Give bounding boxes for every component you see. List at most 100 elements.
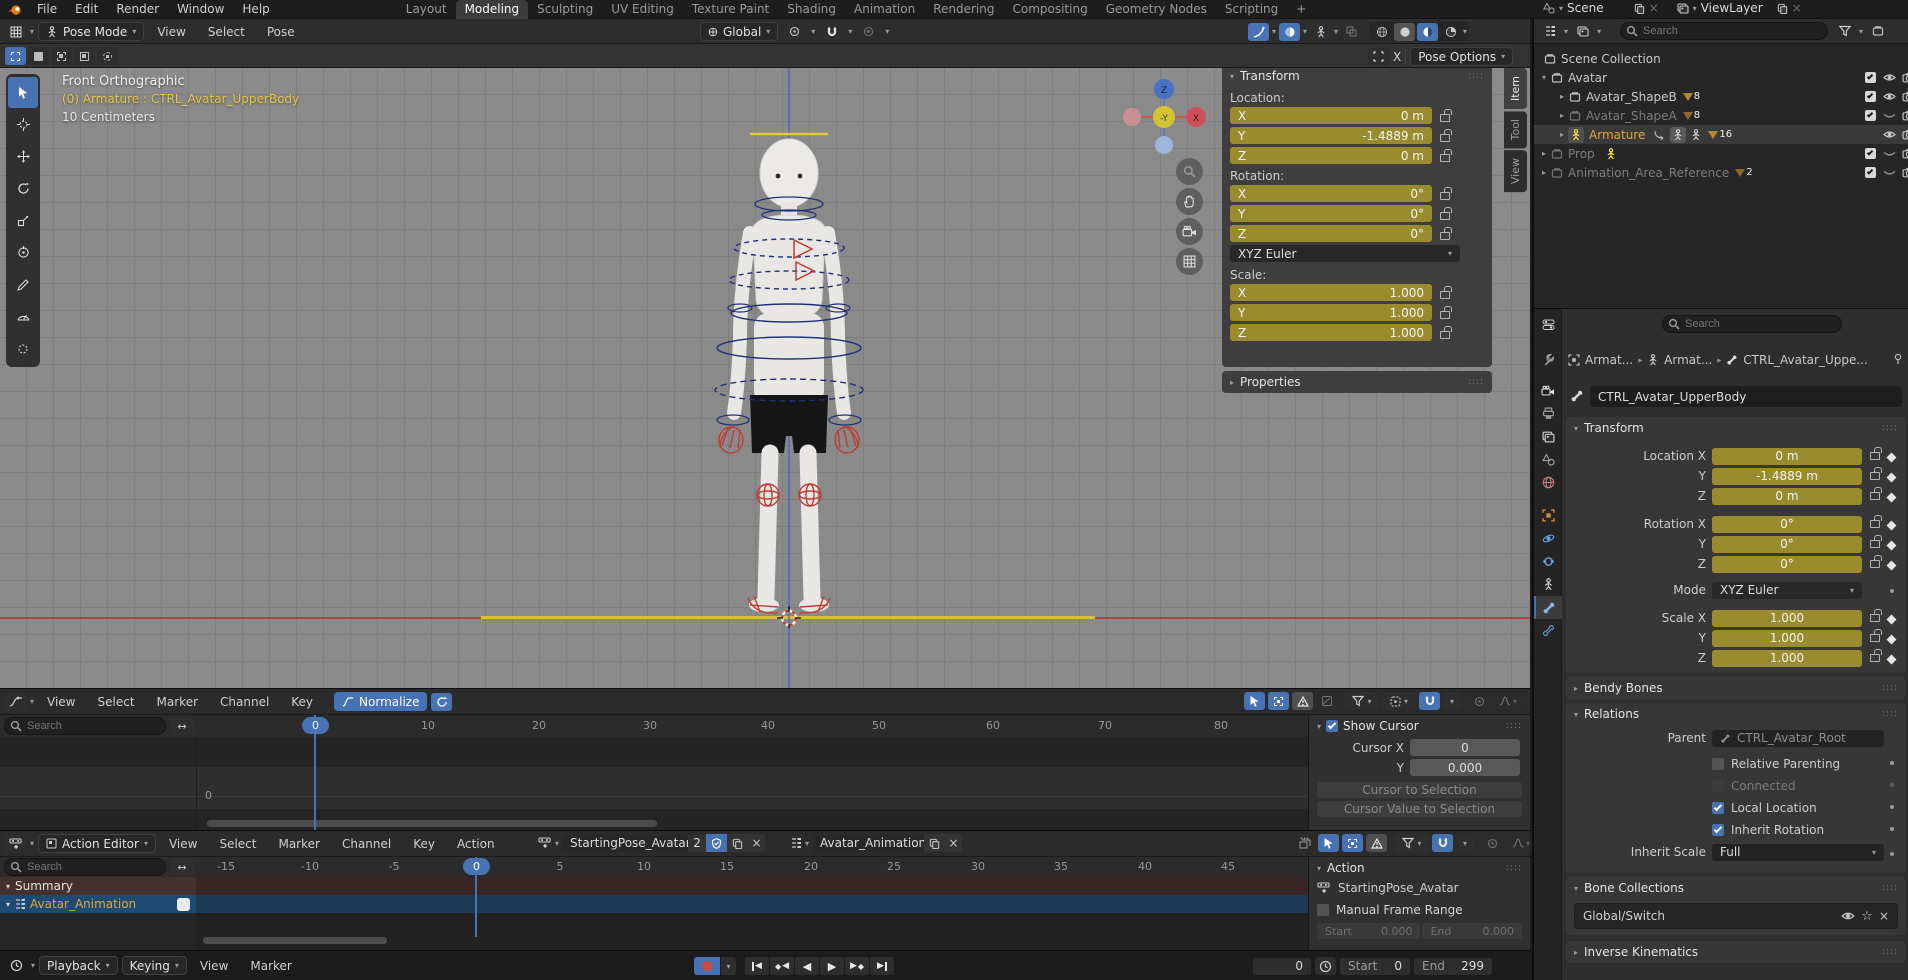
tab-geometry-nodes[interactable]: Geometry Nodes	[1097, 2, 1216, 16]
outliner-search-input[interactable]	[1620, 22, 1828, 40]
outliner-row-avatar[interactable]: ▾ Avatar	[1534, 68, 1908, 87]
action-end-field[interactable]: End0.000	[1422, 923, 1522, 939]
properties-editor-type-button[interactable]	[1534, 313, 1562, 336]
dope-channel-summary[interactable]: ▾Summary	[0, 877, 196, 895]
graph-search-expand-button[interactable]: ↔	[170, 717, 194, 735]
keyframe-diamond-icon[interactable]	[1887, 453, 1897, 463]
dope-mode-dropdown[interactable]: Action Editor▾	[38, 834, 156, 853]
graph-proportional-button[interactable]	[1469, 692, 1490, 710]
show-cursor-checkbox[interactable]	[1326, 720, 1338, 732]
tool-rotate-button[interactable]	[8, 173, 38, 204]
tab-bone-constraints[interactable]	[1534, 619, 1562, 642]
keyframe-diamond-icon[interactable]	[1887, 561, 1897, 571]
track-unlink-button[interactable]: ×	[945, 834, 962, 852]
bone-collections-collapse-icon[interactable]: ▾	[1574, 884, 1578, 893]
dope-show-errors-button[interactable]	[1366, 834, 1387, 852]
action-panel-collapse-icon[interactable]: ▾	[1317, 864, 1321, 873]
dope-menu-marker[interactable]: Marker	[269, 837, 328, 851]
play-button[interactable]: ▶	[820, 957, 844, 975]
dope-menu-select[interactable]: Select	[210, 837, 265, 851]
add-workspace-button[interactable]: +	[1287, 2, 1315, 16]
snap-magnet-button[interactable]	[821, 23, 842, 41]
outliner-display-mode-button[interactable]	[1539, 22, 1560, 40]
dope-snap-caret[interactable]: ▾	[1456, 834, 1474, 852]
show-cursor-collapse-icon[interactable]: ▾	[1317, 722, 1321, 731]
decorator-dot[interactable]	[1890, 827, 1894, 831]
camera-icon[interactable]	[1902, 128, 1908, 141]
timeline-editor-type-caret[interactable]: ▾	[31, 961, 35, 970]
lock-icon[interactable]	[1870, 540, 1880, 548]
tab-output[interactable]	[1534, 402, 1562, 425]
outliner-display-mode-caret[interactable]: ▾	[1564, 27, 1568, 36]
editor-type-caret[interactable]: ▾	[30, 27, 34, 36]
selectable-checkbox[interactable]	[1865, 148, 1876, 159]
dope-snap-button[interactable]	[1432, 834, 1453, 852]
action-panel-grip[interactable]: ::::	[1506, 863, 1522, 873]
cursor-to-selection-button[interactable]: Cursor to Selection	[1317, 782, 1522, 798]
graph-editor-type-caret[interactable]: ▾	[30, 697, 34, 706]
bone-scale-x-field[interactable]: 1.000	[1712, 610, 1862, 627]
dope-channel-action[interactable]: ▾ Avatar_Animation	[0, 895, 196, 913]
tool-extra-button[interactable]	[8, 333, 38, 364]
lock-icon[interactable]	[1870, 520, 1880, 528]
snap-caret[interactable]: ▾	[848, 27, 852, 36]
remove-icon[interactable]: ×	[1879, 909, 1889, 923]
viewlayer-name[interactable]: ViewLayer	[1701, 1, 1763, 15]
auto-keying-caret[interactable]: ▾	[721, 957, 736, 975]
outliner-row-prop[interactable]: ▸ Prop	[1534, 144, 1908, 163]
graph-search-input[interactable]	[4, 717, 166, 735]
lock-icon[interactable]	[1440, 291, 1450, 299]
proportional-caret[interactable]: ▾	[885, 27, 889, 36]
bone-scale-z-field[interactable]: 1.000	[1712, 650, 1862, 667]
breadcrumb-armature[interactable]: Armat...	[1664, 353, 1712, 367]
local-location-checkbox[interactable]	[1712, 802, 1724, 814]
use-preview-range-button[interactable]	[1315, 957, 1336, 975]
camera-icon[interactable]	[1902, 147, 1908, 160]
npanel-properties-expand-icon[interactable]: ▸	[1230, 378, 1234, 387]
eye-icon[interactable]	[1883, 128, 1896, 141]
gizmo-caret[interactable]: ▾	[1272, 27, 1276, 36]
dope-filter-button[interactable]: ▾	[1395, 834, 1429, 852]
select-mode-subtract-button[interactable]	[74, 47, 95, 65]
tab-scripting[interactable]: Scripting	[1216, 2, 1287, 16]
bone-loc-y-field[interactable]: -1.4889 m	[1712, 468, 1862, 485]
auto-keying-record-button[interactable]	[694, 957, 720, 975]
connected-checkbox[interactable]	[1712, 780, 1724, 792]
graph-h-scrollbar[interactable]	[207, 820, 657, 827]
graph-menu-marker[interactable]: Marker	[148, 695, 207, 709]
npanel-loc-y-field[interactable]: Y-1.4889 m	[1230, 127, 1432, 144]
show-overlays-button[interactable]	[1279, 23, 1300, 41]
tab-constraints[interactable]	[1534, 550, 1562, 573]
outliner-row-animation-area-reference[interactable]: ▸ Animation_Area_Reference 2	[1534, 163, 1908, 182]
graph-ghost-curves-button[interactable]	[1316, 692, 1337, 710]
frame-end-field[interactable]: End299	[1414, 958, 1492, 975]
camera-icon[interactable]	[1902, 109, 1908, 122]
tab-world[interactable]	[1534, 471, 1562, 494]
graph-only-selected-button[interactable]	[1244, 692, 1265, 710]
sidebar-tab-item[interactable]: Item	[1504, 68, 1527, 109]
keyframe-diamond-icon[interactable]	[1887, 473, 1897, 483]
action-new-copy-button[interactable]	[727, 834, 748, 852]
select-mode-extend-button[interactable]	[51, 47, 72, 65]
shading-material-button[interactable]	[1417, 23, 1438, 41]
viewport-pan-button[interactable]	[1176, 188, 1203, 215]
bone-rot-y-field[interactable]: 0°	[1712, 536, 1862, 553]
graph-filter-button[interactable]: ▾	[1345, 692, 1379, 710]
navigation-gizmo[interactable]: Z X -Y	[1118, 73, 1210, 165]
relations-grip[interactable]: ::::	[1882, 709, 1898, 719]
star-icon[interactable]: ☆	[1861, 909, 1873, 924]
outliner-filter-mode-button[interactable]	[1572, 22, 1593, 40]
new-collection-button[interactable]	[1867, 22, 1888, 40]
npanel-scale-x-field[interactable]: X1.000	[1230, 284, 1432, 301]
prev-keyframe-button[interactable]: ◆◀	[770, 957, 794, 975]
action-name-field[interactable]: StartingPose_Avatar	[562, 835, 688, 852]
selectable-checkbox[interactable]	[1865, 110, 1876, 121]
tool-cursor-button[interactable]	[8, 109, 38, 140]
relative-parenting-checkbox[interactable]	[1712, 758, 1724, 770]
graph-show-hidden-button[interactable]	[1268, 692, 1289, 710]
lock-icon[interactable]	[1870, 492, 1880, 500]
bone-name-field[interactable]: CTRL_Avatar_UpperBody	[1590, 386, 1902, 407]
tool-measure-button[interactable]	[8, 301, 38, 332]
dope-menu-action[interactable]: Action	[448, 837, 504, 851]
manual-frame-range-checkbox[interactable]	[1317, 904, 1329, 916]
